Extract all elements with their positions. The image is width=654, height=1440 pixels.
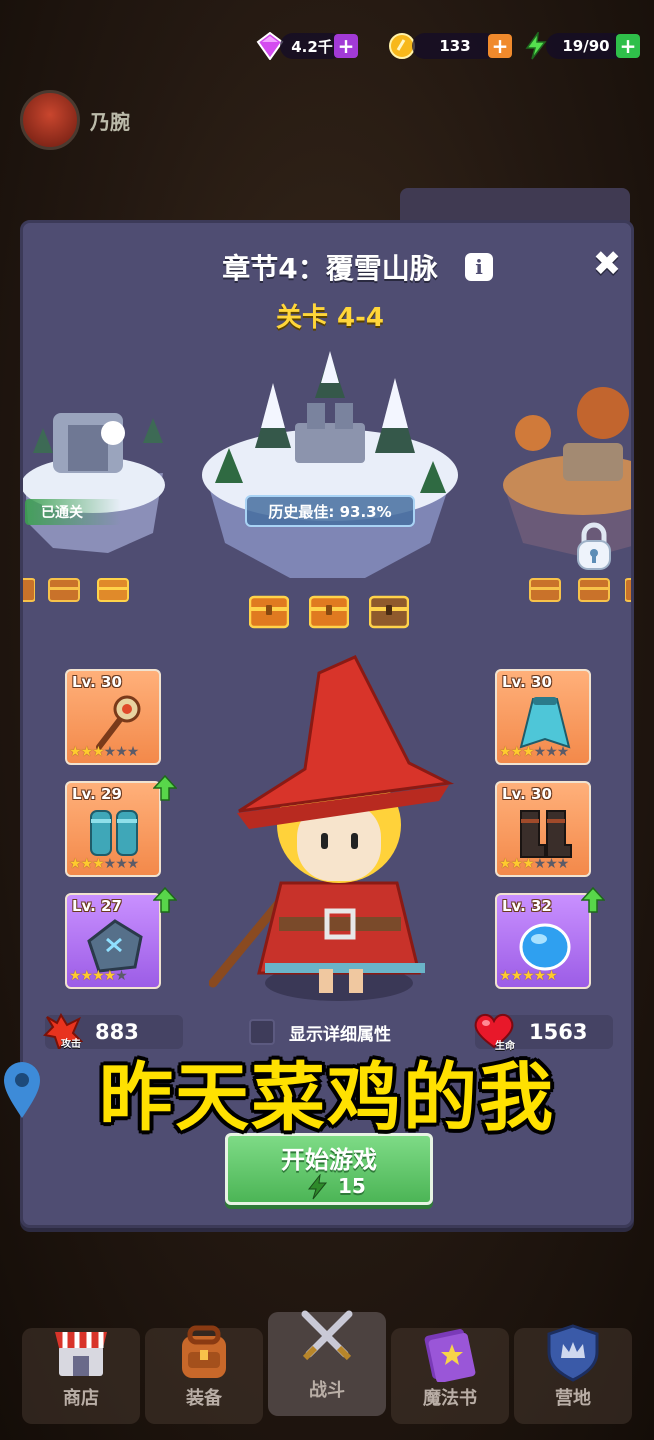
chest-icon	[624, 575, 631, 609]
avatar[interactable]	[20, 90, 80, 150]
nav-shop[interactable]: 商店	[22, 1328, 140, 1424]
player-name: 乃腕	[90, 110, 130, 134]
nav-shop-label: 商店	[63, 1388, 99, 1409]
close-button[interactable]: ✖	[588, 244, 626, 284]
start-game-label: 开始游戏	[281, 1146, 377, 1174]
equip-slot-rune[interactable]: Lv. 27 ★★★★★	[65, 893, 161, 989]
island-current-stage[interactable]	[195, 343, 465, 587]
chest-icon	[48, 575, 80, 609]
shop-icon	[55, 1332, 107, 1376]
chest-icon	[578, 575, 610, 609]
item-level: Lv. 32	[502, 897, 552, 915]
energy-count: 19/90	[546, 33, 626, 59]
chest-icon[interactable]	[308, 593, 350, 635]
upgrade-arrow-icon	[152, 774, 178, 801]
equip-slot-gem[interactable]: Lv. 32 ★★★★★	[495, 893, 591, 989]
item-level: Lv. 30	[502, 673, 552, 691]
start-game-cost: 15	[338, 1174, 366, 1198]
chest-icon	[97, 575, 129, 609]
island-previous-stage[interactable]	[23, 373, 183, 567]
coins-count: 133	[412, 33, 498, 59]
chest-icon[interactable]	[368, 593, 410, 635]
item-stars: ★★★★★★	[69, 744, 139, 760]
stage-label: 关卡 4-4	[275, 303, 385, 333]
add-energy-button[interactable]: +	[616, 34, 640, 58]
equip-slot-boots[interactable]: Lv. 29 ★★★★★★	[65, 781, 161, 877]
coins-resource: 133 +	[388, 30, 512, 62]
item-level: Lv. 30	[502, 785, 552, 803]
upgrade-arrow-icon	[580, 886, 606, 913]
nav-battle-label: 战斗	[309, 1380, 345, 1401]
nav-battle[interactable]: 战斗	[268, 1310, 386, 1416]
item-stars: ★★★★★★	[69, 856, 139, 872]
nav-camp[interactable]: 营地	[514, 1324, 632, 1424]
add-coins-button[interactable]: +	[488, 34, 512, 58]
item-stars: ★★★★★★	[499, 744, 569, 760]
best-record-badge: 历史最佳: 93.3%	[245, 495, 415, 527]
map-pin-icon[interactable]	[2, 1060, 42, 1124]
equip-slot-cape[interactable]: Lv. 30 ★★★★★★	[495, 669, 591, 765]
item-level: Lv. 29	[72, 785, 122, 803]
item-stars: ★★★★★	[499, 968, 558, 984]
hero-character	[208, 653, 469, 1017]
crossed-swords-icon	[301, 1310, 353, 1361]
equip-slot-boots-dark[interactable]: Lv. 30 ★★★★★★	[495, 781, 591, 877]
item-stars: ★★★★★	[69, 968, 128, 984]
nav-spellbook-label: 魔法书	[423, 1388, 477, 1409]
nav-equipment-label: 装备	[186, 1388, 222, 1409]
nav-spellbook[interactable]: 魔法书	[391, 1328, 509, 1424]
spellbook-icon	[424, 1329, 476, 1382]
add-gems-button[interactable]: +	[334, 34, 358, 58]
energy-resource: 19/90 +	[522, 30, 640, 62]
overlay-caption: 昨天菜鸡的我	[97, 1053, 556, 1144]
lock-icon	[575, 521, 613, 575]
nav-camp-label: 营地	[555, 1388, 591, 1409]
chapter-title: 章节4：覆雪山脉	[222, 252, 438, 285]
gems-resource: 4.2千 +	[256, 30, 358, 62]
bottom-nav: 商店 装备 战斗 魔法书 营地	[0, 1290, 654, 1440]
backpack-icon	[182, 1325, 226, 1378]
equip-slot-weapon[interactable]: Lv. 30 ★★★★★★	[65, 669, 161, 765]
item-level: Lv. 27	[72, 897, 122, 915]
cleared-badge: 已通关	[25, 499, 121, 525]
chest-icon	[529, 575, 561, 609]
chest-icon[interactable]	[248, 593, 290, 635]
nav-equipment[interactable]: 装备	[145, 1325, 263, 1424]
energy-icon	[307, 1174, 328, 1200]
chest-icon	[23, 575, 36, 609]
item-stars: ★★★★★★	[499, 856, 569, 872]
info-icon[interactable]: i	[465, 253, 493, 281]
item-level: Lv. 30	[72, 673, 122, 691]
upgrade-arrow-icon	[152, 886, 178, 913]
shield-crown-icon	[547, 1324, 599, 1382]
